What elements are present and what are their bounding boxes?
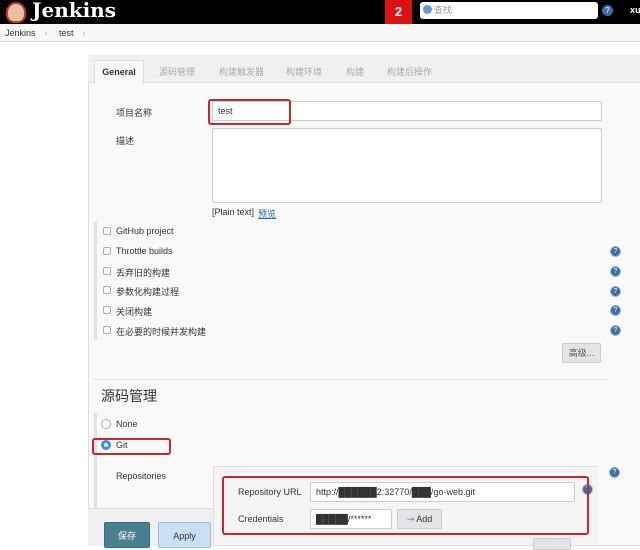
- tab-scm[interactable]: 源码管理: [159, 65, 195, 78]
- tab-post-build[interactable]: 构建后操作: [387, 65, 432, 78]
- option-label: 关闭构建: [116, 307, 153, 317]
- apply-button[interactable]: Apply: [158, 522, 211, 548]
- radio-none[interactable]: [101, 419, 111, 429]
- checkbox-disable-build[interactable]: [103, 306, 111, 314]
- help-icon[interactable]: ?: [610, 266, 621, 277]
- notification-badge[interactable]: 2: [385, 0, 412, 24]
- option-label: Throttle builds: [116, 246, 173, 256]
- repositories-label: Repositories: [116, 471, 167, 481]
- help-icon[interactable]: ?: [610, 325, 621, 336]
- tab-general[interactable]: General: [94, 60, 144, 84]
- scm-section-title: 源码管理: [101, 388, 157, 404]
- breadcrumb-jenkins[interactable]: Jenkins: [5, 28, 36, 38]
- user-link[interactable]: xu: [630, 5, 640, 15]
- help-icon[interactable]: ?: [610, 246, 621, 257]
- advanced-button[interactable]: 高级...: [562, 343, 601, 363]
- search-icon: [423, 5, 432, 14]
- description-textarea[interactable]: [212, 128, 602, 203]
- tab-environment[interactable]: 构建环境: [286, 65, 322, 78]
- section-divider: [94, 379, 609, 380]
- breadcrumb: Jenkins › test ›: [0, 24, 640, 42]
- checkbox-concurrent-builds[interactable]: [103, 326, 111, 334]
- checkbox-discard-old-builds[interactable]: [103, 267, 111, 275]
- help-icon[interactable]: ?: [602, 5, 613, 16]
- tab-triggers[interactable]: 构建触发器: [219, 65, 264, 78]
- highlight-box: [222, 476, 589, 535]
- option-label: 在必要的时候并发构建: [116, 327, 207, 337]
- name-label: 项目名称: [116, 108, 153, 118]
- help-icon[interactable]: ?: [609, 467, 620, 478]
- app-title[interactable]: Jenkins: [32, 0, 116, 22]
- help-icon[interactable]: ?: [610, 305, 621, 316]
- checkbox-throttle-builds[interactable]: [103, 247, 111, 255]
- checkbox-parameterized[interactable]: [103, 286, 111, 294]
- radio-label: None: [116, 419, 138, 429]
- breadcrumb-test[interactable]: test: [59, 28, 74, 38]
- preview-link[interactable]: 预览: [258, 207, 276, 220]
- tab-build[interactable]: 构建: [346, 65, 364, 78]
- description-label: 描述: [116, 136, 135, 146]
- option-label: 丢弃旧的构建: [116, 268, 171, 278]
- highlight-box: [208, 99, 291, 125]
- highlight-box: [92, 438, 171, 455]
- search-input[interactable]: 查找: [420, 2, 598, 19]
- option-label: 参数化构建过程: [116, 287, 180, 297]
- chevron-right-icon[interactable]: ›: [45, 28, 48, 38]
- plain-text-label: [Plain text]: [212, 207, 255, 217]
- checkbox-github-project[interactable]: [103, 227, 111, 235]
- jenkins-logo[interactable]: [6, 2, 26, 23]
- help-icon[interactable]: ?: [610, 286, 621, 297]
- divider: [94, 413, 97, 513]
- save-button[interactable]: 保存: [104, 522, 150, 548]
- advanced-button[interactable]: [533, 538, 571, 550]
- chevron-right-icon[interactable]: ›: [83, 28, 86, 38]
- option-label: GitHub project: [116, 226, 174, 236]
- divider: [94, 222, 97, 340]
